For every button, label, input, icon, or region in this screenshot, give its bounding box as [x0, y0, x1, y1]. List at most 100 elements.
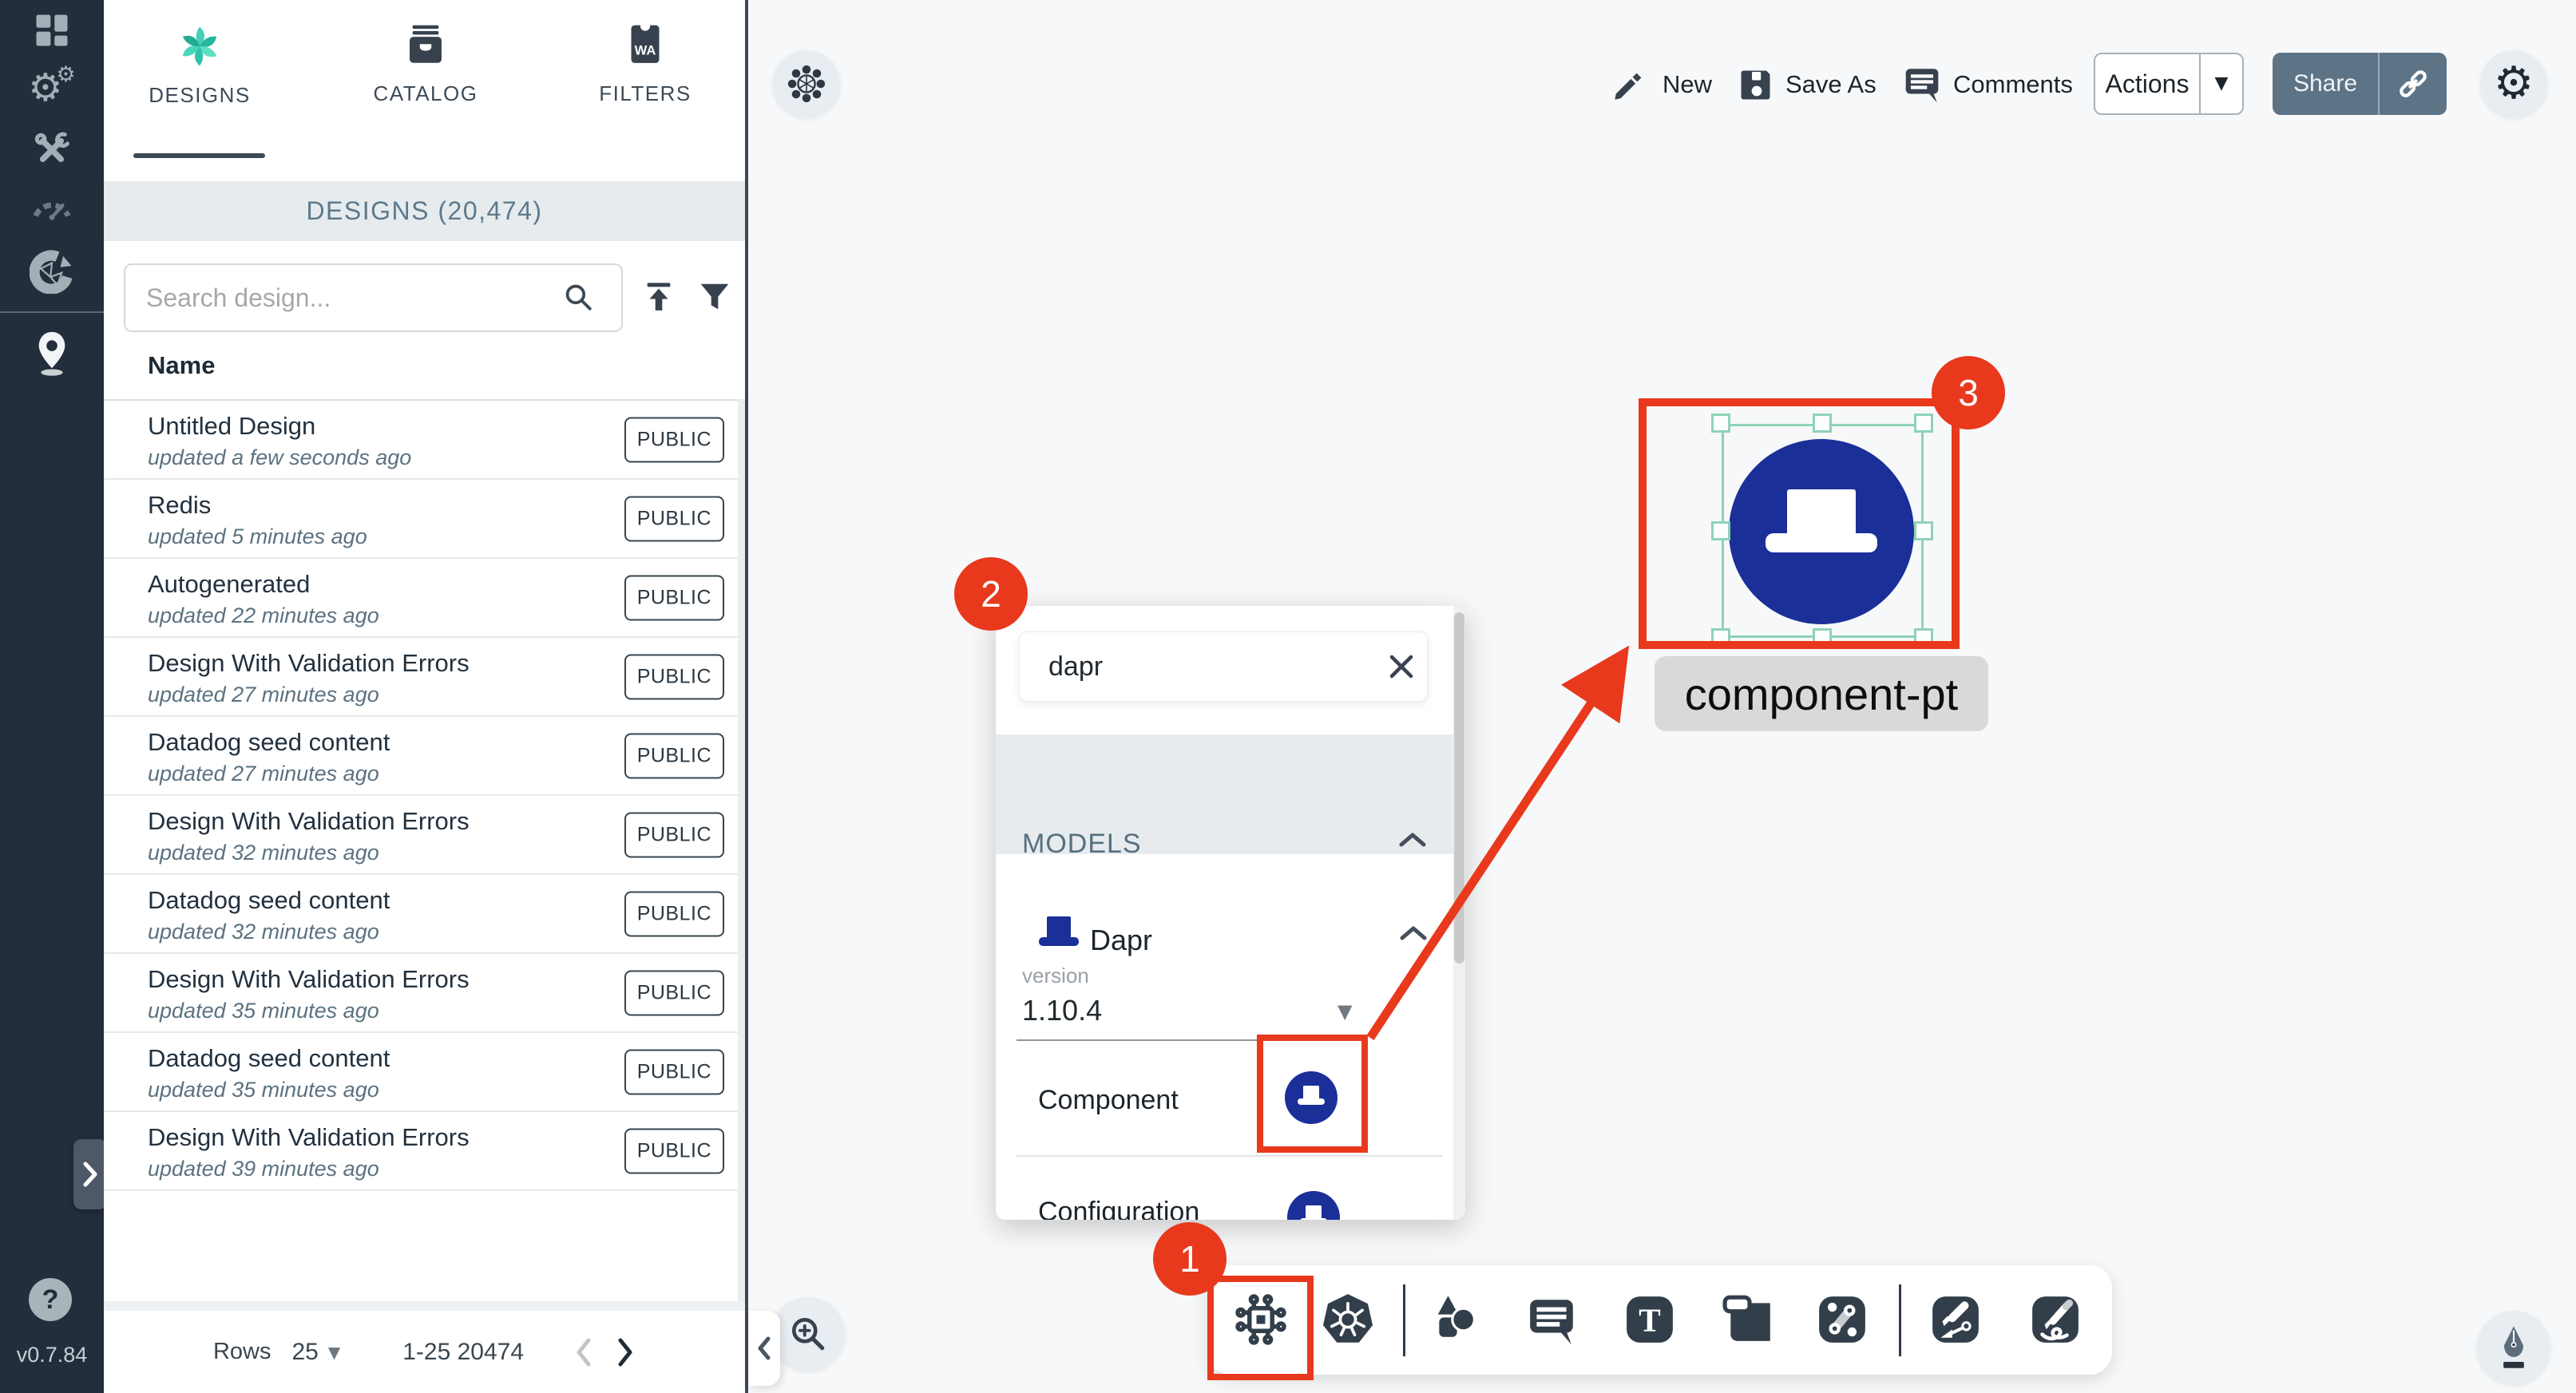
- edge-link-tool[interactable]: [1804, 1281, 1880, 1358]
- visibility-badge: PUBLIC: [624, 417, 724, 462]
- canvas-toolbar: T: [1207, 1265, 2112, 1375]
- clear-search-icon[interactable]: [1385, 651, 1417, 683]
- whiteboard-mode-button[interactable]: [2477, 1311, 2550, 1384]
- design-name: Design With Validation Errors: [148, 1123, 470, 1152]
- share-label[interactable]: Share: [2273, 53, 2378, 115]
- comments-label[interactable]: Comments: [1953, 70, 2073, 99]
- component-search-modal: MODELS Dapr version 1.10.4 ▼ Component C…: [996, 606, 1465, 1220]
- column-header-name: Name: [148, 351, 215, 380]
- next-page-icon[interactable]: [615, 1336, 636, 1369]
- gear-icon: ⚙: [2494, 61, 2534, 106]
- actions-caret-icon[interactable]: ▼: [2201, 54, 2242, 113]
- search-icon[interactable]: [561, 280, 596, 315]
- explore-pin-icon[interactable]: [0, 329, 104, 378]
- rows-per-page-caret-icon[interactable]: ▼: [328, 1344, 340, 1360]
- wasm-filter-icon: WA: [623, 22, 668, 69]
- design-updated: updated 27 minutes ago: [148, 762, 379, 786]
- section-tool[interactable]: [1710, 1281, 1787, 1358]
- dapr-configuration-node-icon[interactable]: [1287, 1191, 1340, 1220]
- modal-scrollbar[interactable]: [1453, 606, 1465, 1220]
- new-design-button[interactable]: [1611, 66, 1648, 107]
- collapse-model-icon[interactable]: [1400, 925, 1427, 941]
- design-list-item[interactable]: Design With Validation Errors updated 32…: [104, 796, 745, 875]
- visibility-badge: PUBLIC: [624, 733, 724, 778]
- version-select[interactable]: 1.10.4: [1022, 994, 1102, 1027]
- configuration-item-label[interactable]: Configuration: [1038, 1197, 1199, 1220]
- dashboard-icon[interactable]: [0, 10, 104, 51]
- lifecycle-gears-icon[interactable]: ⚙⚙: [0, 69, 104, 107]
- active-tab-underline: [133, 153, 265, 158]
- annotation-box-step1: [1207, 1276, 1314, 1380]
- zoom-button[interactable]: [771, 1297, 845, 1371]
- actions-label[interactable]: Actions: [2095, 54, 2199, 113]
- text-tool[interactable]: T: [1611, 1281, 1688, 1358]
- tab-designs[interactable]: DESIGNS: [128, 22, 271, 158]
- comments-button[interactable]: [1902, 64, 1942, 108]
- visibility-badge: PUBLIC: [624, 891, 724, 936]
- annotation-box-step3: [1639, 398, 1960, 649]
- save-as-label[interactable]: Save As: [1785, 70, 1877, 99]
- design-name: Design With Validation Errors: [148, 649, 470, 678]
- design-list-item[interactable]: Autogenerated updated 22 minutes ago PUB…: [104, 559, 745, 638]
- extensions-meshmap-icon[interactable]: [0, 249, 104, 294]
- design-updated: updated a few seconds ago: [148, 445, 411, 470]
- models-section-header[interactable]: MODELS: [996, 734, 1465, 854]
- modal-scrollbar-thumb[interactable]: [1454, 612, 1464, 964]
- share-split-button[interactable]: Share: [2273, 53, 2447, 115]
- tab-filters[interactable]: WA FILTERS: [573, 22, 717, 158]
- version-caret-icon[interactable]: ▼: [1338, 1002, 1352, 1021]
- new-design-label[interactable]: New: [1663, 70, 1712, 99]
- design-name: Autogenerated: [148, 570, 310, 599]
- sidebar-expand-handle[interactable]: [73, 1139, 107, 1209]
- panel-title: DESIGNS (20,474): [104, 181, 745, 241]
- list-scrollbar[interactable]: [738, 399, 745, 1301]
- configuration-tools-icon[interactable]: [0, 129, 104, 171]
- mesh-style-button[interactable]: [773, 50, 840, 117]
- svg-text:WA: WA: [635, 42, 656, 57]
- save-as-button[interactable]: [1738, 65, 1776, 107]
- dapr-model-icon: [1034, 913, 1085, 957]
- rows-per-page-select[interactable]: 25: [291, 1339, 318, 1366]
- design-list-item[interactable]: Design With Validation Errors updated 39…: [104, 1112, 745, 1191]
- visibility-badge: PUBLIC: [624, 1128, 724, 1173]
- copy-link-icon[interactable]: [2380, 53, 2447, 115]
- design-list: Untitled Design updated a few seconds ag…: [104, 399, 745, 1191]
- design-list-item[interactable]: Untitled Design updated a few seconds ag…: [104, 401, 745, 480]
- text-tool-glyph: T: [1639, 1301, 1661, 1338]
- comment-tool[interactable]: [1513, 1281, 1590, 1358]
- prev-page-icon[interactable]: [573, 1336, 594, 1369]
- dapr-model-name[interactable]: Dapr: [1090, 924, 1152, 957]
- freehand-draw-tool[interactable]: [2017, 1281, 2094, 1358]
- component-item-label[interactable]: Component: [1038, 1085, 1179, 1116]
- visibility-badge: PUBLIC: [624, 575, 724, 620]
- design-list-item[interactable]: Redis updated 5 minutes ago PUBLIC: [104, 480, 745, 559]
- collapse-section-icon[interactable]: [1399, 832, 1426, 848]
- design-list-item[interactable]: Datadog seed content updated 32 minutes …: [104, 875, 745, 954]
- visibility-badge: PUBLIC: [624, 1049, 724, 1094]
- design-search-input[interactable]: [124, 263, 623, 332]
- kubernetes-icon: [1321, 1292, 1375, 1347]
- panel-footer-band: [104, 1301, 745, 1311]
- design-list-item[interactable]: Design With Validation Errors updated 35…: [104, 954, 745, 1033]
- filter-icon[interactable]: [696, 279, 733, 316]
- designs-panel: DESIGNS CATALOG WA FILTERS DESIGNS (20,4…: [104, 0, 748, 1393]
- component-search-input[interactable]: [1019, 631, 1428, 702]
- comment-tool-icon: [1525, 1293, 1578, 1346]
- kubernetes-tool[interactable]: [1310, 1281, 1386, 1358]
- design-updated: updated 35 minutes ago: [148, 999, 379, 1023]
- upload-design-icon[interactable]: [640, 279, 677, 316]
- settings-button[interactable]: ⚙: [2480, 50, 2547, 117]
- design-list-item[interactable]: Design With Validation Errors updated 27…: [104, 638, 745, 717]
- design-list-item[interactable]: Datadog seed content updated 27 minutes …: [104, 717, 745, 796]
- shapes-tool[interactable]: [1417, 1281, 1493, 1358]
- panel-collapse-handle[interactable]: [748, 1311, 780, 1386]
- tab-catalog[interactable]: CATALOG: [350, 22, 501, 158]
- section-note-icon: [1722, 1293, 1775, 1346]
- models-section-label: MODELS: [1022, 829, 1142, 860]
- design-list-item[interactable]: Datadog seed content updated 35 minutes …: [104, 1033, 745, 1112]
- actions-split-button[interactable]: Actions ▼: [2094, 53, 2244, 115]
- tab-catalog-label: CATALOG: [374, 81, 478, 106]
- draw-edge-tool[interactable]: [1917, 1281, 1994, 1358]
- help-button[interactable]: ?: [29, 1278, 72, 1321]
- performance-gauge-icon[interactable]: [0, 185, 104, 225]
